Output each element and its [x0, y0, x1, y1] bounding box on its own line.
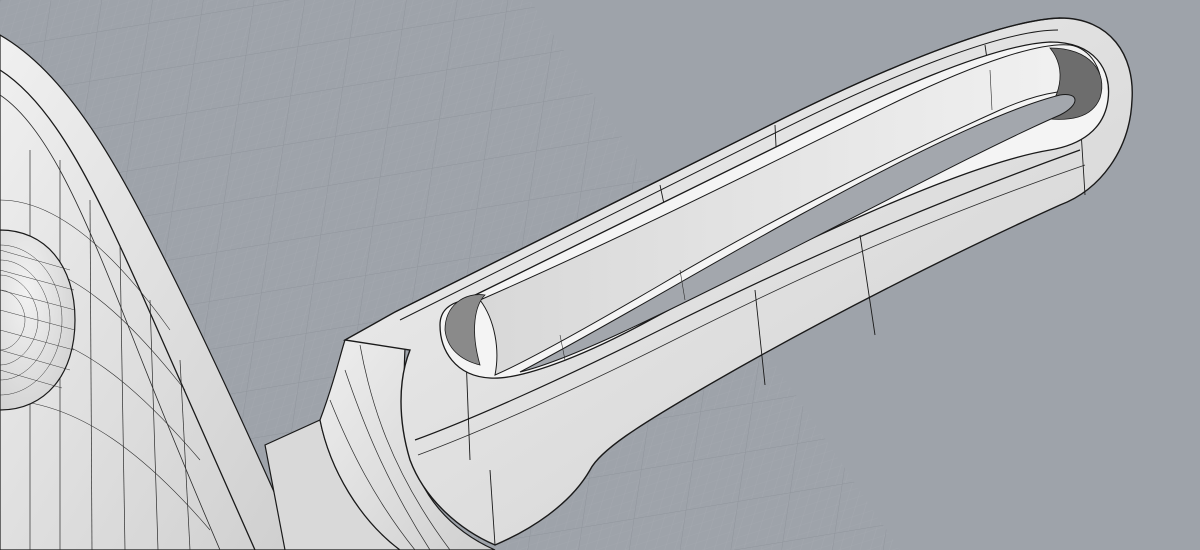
rhino-style-3d-viewport[interactable] [0, 0, 1200, 550]
model-scene[interactable] [0, 0, 1200, 550]
